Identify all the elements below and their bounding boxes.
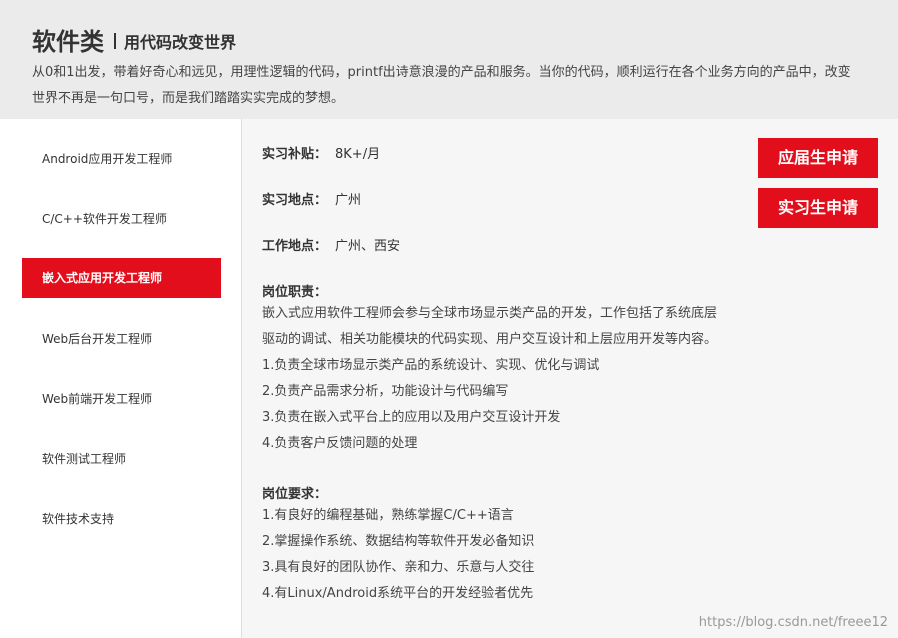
duty-line: 4.负责客户反馈问题的处理 [262,436,418,451]
duty-line: 1.负责全球市场显示类产品的系统设计、实现、优化与调试 [262,358,600,373]
requirements-title: 岗位要求： [262,487,328,502]
salary-label: 实习补贴： [262,147,328,162]
duties-list: 嵌入式应用软件工程师会参与全球市场显示类产品的开发，工作包括了系统底层 驱动的调… [262,301,782,457]
page-header: 软件类 用代码改变世界 从0和1出发，带着好奇心和远见，用理性逻辑的代码，pri… [0,0,898,119]
requirement-line: 1.有良好的编程基础，熟练掌握C/C++语言 [262,508,514,523]
work-location-value: 广州、西安 [335,239,401,254]
page-title: 软件类 [32,28,104,56]
job-sidebar: Android应用开发工程师 C/C++软件开发工程师 嵌入式应用开发工程师 W… [0,119,242,638]
requirement-line: 2.掌握操作系统、数据结构等软件开发必备知识 [262,534,535,549]
sidebar-item-embedded[interactable]: 嵌入式应用开发工程师 [22,258,221,298]
watermark: https://blog.csdn.net/freee12 [698,615,888,630]
page-subtitle: 用代码改变世界 [124,32,237,52]
sidebar-item-cpp[interactable]: C/C++软件开发工程师 [22,199,221,239]
sidebar-item-android[interactable]: Android应用开发工程师 [22,139,221,179]
requirements-list: 1.有良好的编程基础，熟练掌握C/C++语言 2.掌握操作系统、数据结构等软件开… [262,503,782,607]
requirement-line: 4.有Linux/Android系统平台的开发经验者优先 [262,586,534,601]
duty-line: 2.负责产品需求分析，功能设计与代码编写 [262,384,509,399]
work-location-row: 工作地点： 广州、西安 [262,235,400,254]
salary-row: 实习补贴： 8K+/月 [262,143,380,162]
duty-line: 嵌入式应用软件工程师会参与全球市场显示类产品的开发，工作包括了系统底层 [262,306,718,321]
title-row: 软件类 用代码改变世界 [32,22,236,57]
duty-line: 3.负责在嵌入式平台上的应用以及用户交互设计开发 [262,410,561,425]
intern-apply-button[interactable]: 实习生申请 [758,188,878,228]
duties-title: 岗位职责： [262,285,328,300]
requirement-line: 3.具有良好的团队协作、亲和力、乐意与人交往 [262,560,535,575]
intern-location-label: 实习地点： [262,193,328,208]
sidebar-item-testing[interactable]: 软件测试工程师 [22,439,221,479]
graduate-apply-button[interactable]: 应届生申请 [758,138,878,178]
job-detail: 实习补贴： 8K+/月 实习地点： 广州 工作地点： 广州、西安 应届生申请 实习生申… [242,119,898,638]
sidebar-item-web-frontend[interactable]: Web前端开发工程师 [22,379,221,419]
intern-location-value: 广州 [335,193,362,208]
duty-line: 驱动的调试、相关功能模块的代码实现、用户交互设计和上层应用开发等内容。 [262,332,718,347]
intern-location-row: 实习地点： 广州 [262,189,361,208]
salary-value: 8K+/月 [335,147,381,162]
work-location-label: 工作地点： [262,239,328,254]
sidebar-item-web-backend[interactable]: Web后台开发工程师 [22,319,221,359]
sidebar-item-support[interactable]: 软件技术支持 [22,499,221,539]
title-divider [114,32,116,49]
page-description: 从0和1出发，带着好奇心和远见，用理性逻辑的代码，printf出诗意浪漫的产品和… [32,65,851,106]
